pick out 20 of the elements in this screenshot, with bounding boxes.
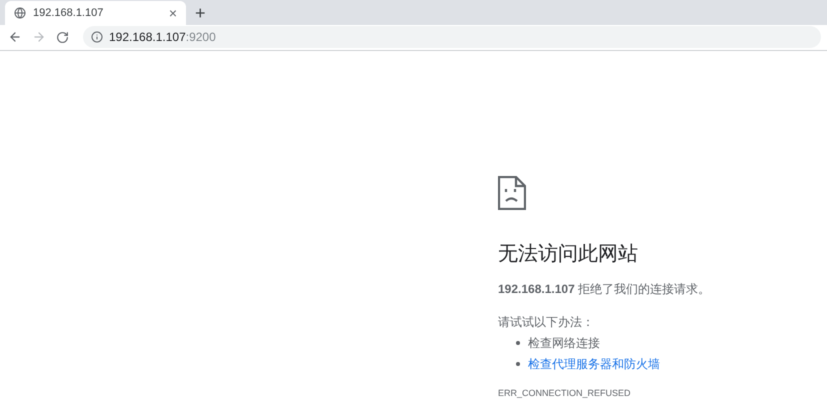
suggestion-text: 检查网络连接 (528, 334, 600, 352)
globe-icon (14, 6, 26, 19)
error-heading: 无法访问此网站 (498, 244, 638, 264)
info-icon (91, 31, 103, 44)
back-button[interactable] (8, 30, 22, 44)
reload-button[interactable] (56, 30, 69, 44)
url-host: 192.168.1.107 (109, 29, 186, 46)
new-tab-button[interactable]: + (195, 4, 206, 22)
close-tab-button[interactable]: × (168, 6, 177, 20)
tab-title: 192.168.1.107 (33, 6, 104, 20)
sad-page-icon (498, 176, 526, 210)
error-message: 192.168.1.107 拒绝了我们的连接请求。 (498, 280, 710, 298)
error-code: ERR_CONNECTION_REFUSED (498, 386, 631, 400)
bullet-icon (516, 362, 520, 366)
suggestion-intro: 请试试以下办法： (498, 314, 594, 330)
address-bar[interactable]: 192.168.1.107:9200 (83, 26, 821, 48)
url-port: :9200 (186, 29, 216, 46)
suggestion-link[interactable]: 检查代理服务器和防火墙 (528, 354, 660, 372)
browser-tab[interactable]: 192.168.1.107 × (5, 0, 186, 25)
bullet-icon (516, 340, 520, 344)
